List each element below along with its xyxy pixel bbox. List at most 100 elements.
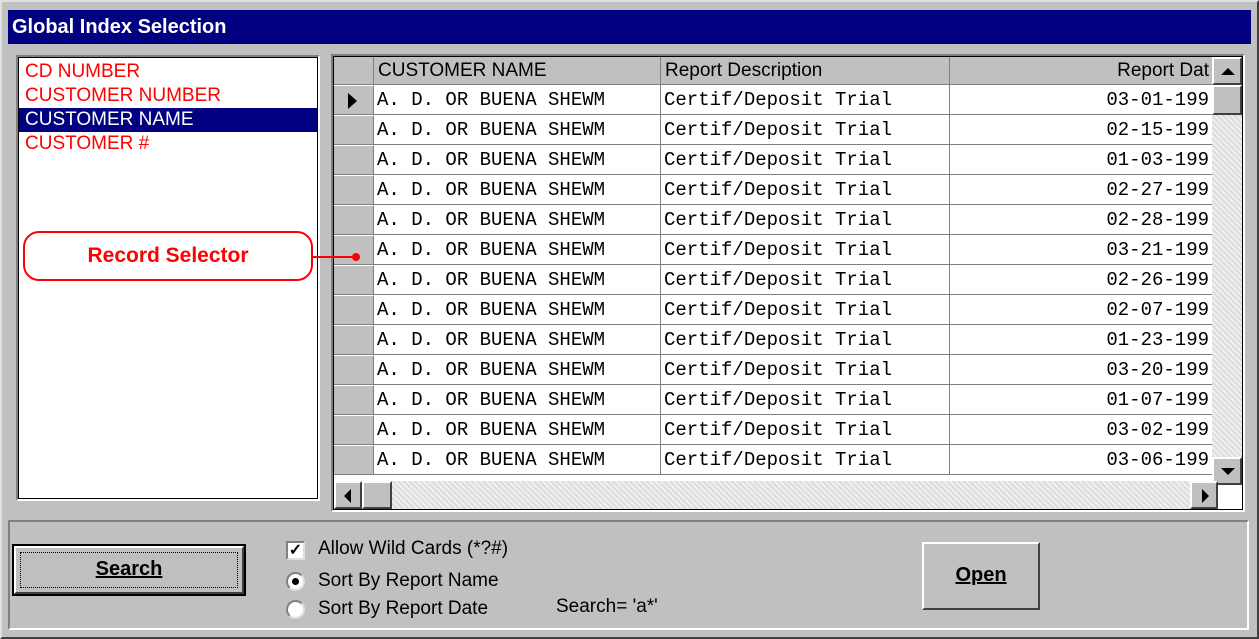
arrow-right-icon (1202, 489, 1209, 503)
index-item[interactable]: CUSTOMER # (19, 132, 317, 156)
checkmark-icon: ✓ (288, 542, 303, 559)
cell-report-description[interactable]: Certif/Deposit Trial (661, 235, 950, 265)
record-selector[interactable] (334, 265, 374, 295)
table-row[interactable]: A. D. OR BUENA SHEWM Certif/Deposit Trial… (334, 235, 1214, 265)
scroll-right-button[interactable] (1190, 481, 1218, 509)
cell-report-description[interactable]: Certif/Deposit Trial (661, 85, 950, 115)
record-selector[interactable] (334, 145, 374, 175)
sort-by-name-radio[interactable] (286, 572, 305, 591)
table-row[interactable]: A. D. OR BUENA SHEWM Certif/Deposit Trial… (334, 445, 1214, 475)
cell-customer-name[interactable]: A. D. OR BUENA SHEWM (374, 175, 661, 205)
cell-customer-name[interactable]: A. D. OR BUENA SHEWM (374, 445, 661, 475)
record-selector[interactable] (334, 385, 374, 415)
cell-report-description[interactable]: Certif/Deposit Trial (661, 145, 950, 175)
cell-report-date[interactable]: 03-06-199 (950, 445, 1214, 475)
cell-customer-name[interactable]: A. D. OR BUENA SHEWM (374, 145, 661, 175)
window-title: Global Index Selection (8, 10, 1251, 44)
record-selector[interactable] (334, 175, 374, 205)
cell-report-date[interactable]: 03-21-199 (950, 235, 1214, 265)
cell-customer-name[interactable]: A. D. OR BUENA SHEWM (374, 235, 661, 265)
index-item[interactable]: CUSTOMER NUMBER (19, 84, 317, 108)
index-item[interactable]: CUSTOMER NAME (19, 108, 317, 132)
scroll-up-button[interactable] (1212, 57, 1242, 85)
record-selector[interactable] (334, 415, 374, 445)
cell-customer-name[interactable]: A. D. OR BUENA SHEWM (374, 325, 661, 355)
callout-pointer-dot (352, 253, 360, 261)
cell-report-date[interactable]: 01-07-199 (950, 385, 1214, 415)
cell-customer-name[interactable]: A. D. OR BUENA SHEWM (374, 415, 661, 445)
cell-customer-name[interactable]: A. D. OR BUENA SHEWM (374, 385, 661, 415)
scroll-left-button[interactable] (334, 481, 362, 509)
results-grid[interactable]: CUSTOMER NAME Report Description Report … (331, 54, 1245, 512)
sort-by-date-radio[interactable] (286, 600, 305, 619)
table-row[interactable]: A. D. OR BUENA SHEWM Certif/Deposit Trial… (334, 415, 1214, 445)
cell-customer-name[interactable]: A. D. OR BUENA SHEWM (374, 115, 661, 145)
table-row[interactable]: A. D. OR BUENA SHEWM Certif/Deposit Trial… (334, 115, 1214, 145)
table-row[interactable]: A. D. OR BUENA SHEWM Certif/Deposit Trial… (334, 355, 1214, 385)
column-header-customer-name[interactable]: CUSTOMER NAME (374, 57, 661, 85)
table-row[interactable]: A. D. OR BUENA SHEWM Certif/Deposit Trial… (334, 85, 1214, 115)
sort-by-date-label[interactable]: Sort By Report Date (318, 598, 488, 620)
radio-selected-dot (292, 578, 299, 585)
cell-report-date[interactable]: 02-26-199 (950, 265, 1214, 295)
table-row[interactable]: A. D. OR BUENA SHEWM Certif/Deposit Trial… (334, 205, 1214, 235)
table-row[interactable]: A. D. OR BUENA SHEWM Certif/Deposit Trial… (334, 385, 1214, 415)
cell-customer-name[interactable]: A. D. OR BUENA SHEWM (374, 355, 661, 385)
arrow-up-icon (1221, 68, 1235, 75)
cell-customer-name[interactable]: A. D. OR BUENA SHEWM (374, 265, 661, 295)
arrow-left-icon (344, 489, 351, 503)
table-row[interactable]: A. D. OR BUENA SHEWM Certif/Deposit Trial… (334, 295, 1214, 325)
cell-customer-name[interactable]: A. D. OR BUENA SHEWM (374, 85, 661, 115)
record-selector[interactable] (334, 325, 374, 355)
callout-pointer-line (313, 256, 355, 258)
cell-report-description[interactable]: Certif/Deposit Trial (661, 115, 950, 145)
cell-report-description[interactable]: Certif/Deposit Trial (661, 265, 950, 295)
horizontal-scrollbar[interactable] (334, 481, 1218, 509)
record-selector[interactable] (334, 85, 374, 115)
cell-report-description[interactable]: Certif/Deposit Trial (661, 385, 950, 415)
cell-report-date[interactable]: 01-23-199 (950, 325, 1214, 355)
cell-report-date[interactable]: 03-02-199 (950, 415, 1214, 445)
cell-report-description[interactable]: Certif/Deposit Trial (661, 205, 950, 235)
cell-report-description[interactable]: Certif/Deposit Trial (661, 415, 950, 445)
record-selector-callout: Record Selector (23, 231, 313, 281)
cell-customer-name[interactable]: A. D. OR BUENA SHEWM (374, 205, 661, 235)
cell-report-date[interactable]: 02-07-199 (950, 295, 1214, 325)
cell-customer-name[interactable]: A. D. OR BUENA SHEWM (374, 295, 661, 325)
record-selector[interactable] (334, 115, 374, 145)
open-button[interactable]: Open (922, 542, 1040, 610)
column-header-report-date[interactable]: Report Dat (950, 57, 1214, 85)
table-row[interactable]: A. D. OR BUENA SHEWM Certif/Deposit Trial… (334, 325, 1214, 355)
cell-report-description[interactable]: Certif/Deposit Trial (661, 175, 950, 205)
cell-report-date[interactable]: 01-03-199 (950, 145, 1214, 175)
search-button[interactable]: Search (12, 544, 246, 596)
cell-report-date[interactable]: 03-20-199 (950, 355, 1214, 385)
allow-wildcards-checkbox[interactable]: ✓ (286, 541, 305, 560)
cell-report-date[interactable]: 03-01-199 (950, 85, 1214, 115)
cell-report-date[interactable]: 02-28-199 (950, 205, 1214, 235)
record-selector[interactable] (334, 205, 374, 235)
cell-report-description[interactable]: Certif/Deposit Trial (661, 295, 950, 325)
search-status-text: Search= 'a*' (556, 596, 658, 617)
vertical-scrollbar[interactable] (1212, 57, 1242, 485)
grid-header-corner (334, 57, 374, 85)
table-row[interactable]: A. D. OR BUENA SHEWM Certif/Deposit Trial… (334, 175, 1214, 205)
horizontal-scroll-thumb[interactable] (362, 481, 392, 509)
record-selector[interactable] (334, 445, 374, 475)
column-header-report-description[interactable]: Report Description (661, 57, 950, 85)
record-selector[interactable] (334, 355, 374, 385)
table-row[interactable]: A. D. OR BUENA SHEWM Certif/Deposit Trial… (334, 145, 1214, 175)
table-row[interactable]: A. D. OR BUENA SHEWM Certif/Deposit Trial… (334, 265, 1214, 295)
record-selector[interactable] (334, 295, 374, 325)
cell-report-date[interactable]: 02-27-199 (950, 175, 1214, 205)
sort-by-name-label[interactable]: Sort By Report Name (318, 570, 499, 592)
cell-report-description[interactable]: Certif/Deposit Trial (661, 325, 950, 355)
grid-frame: CUSTOMER NAME Report Description Report … (333, 56, 1243, 510)
cell-report-description[interactable]: Certif/Deposit Trial (661, 355, 950, 385)
allow-wildcards-label[interactable]: Allow Wild Cards (*?#) (318, 538, 508, 560)
focus-rectangle (20, 552, 238, 588)
vertical-scroll-thumb[interactable] (1212, 85, 1242, 115)
index-item[interactable]: CD NUMBER (19, 60, 317, 84)
cell-report-date[interactable]: 02-15-199 (950, 115, 1214, 145)
cell-report-description[interactable]: Certif/Deposit Trial (661, 445, 950, 475)
